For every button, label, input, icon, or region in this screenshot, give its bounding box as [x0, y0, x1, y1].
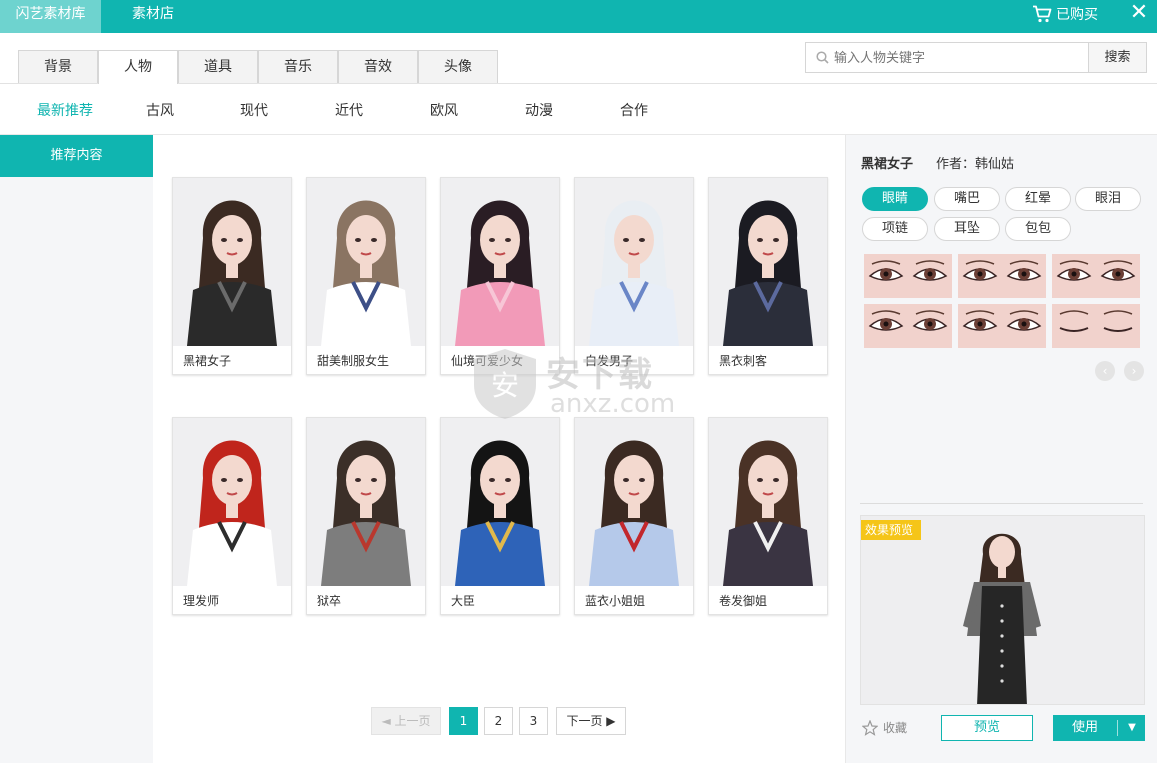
- character-card[interactable]: 黑裙女子: [172, 177, 292, 375]
- favorite-label: 收藏: [883, 721, 908, 735]
- character-card[interactable]: 甜美制服女生: [306, 177, 426, 375]
- feature-chip-4[interactable]: 项链: [862, 217, 928, 241]
- close-icon[interactable]: ✕: [1128, 2, 1150, 24]
- sub-tab-3[interactable]: 近代: [335, 100, 363, 120]
- sub-tab-0[interactable]: 最新推荐: [37, 100, 93, 120]
- page-button-1[interactable]: 1: [449, 707, 478, 735]
- character-card[interactable]: 卷发御姐: [708, 417, 828, 615]
- character-thumbnail: [307, 178, 425, 346]
- use-button[interactable]: 使用 ▼: [1053, 715, 1145, 741]
- tab-category-3[interactable]: 音乐: [258, 50, 338, 83]
- character-name: 大臣: [451, 594, 476, 608]
- character-thumbnail: [709, 178, 827, 346]
- character-name: 甜美制服女生: [317, 354, 390, 368]
- preview-badge: 效果预览: [861, 520, 922, 540]
- character-thumbnail: [575, 178, 693, 346]
- cart-icon: [1033, 5, 1052, 23]
- search-icon: [816, 51, 829, 64]
- character-card[interactable]: 黑衣刺客: [708, 177, 828, 375]
- character-card[interactable]: 蓝衣小姐姐: [574, 417, 694, 615]
- page-button-2[interactable]: 2: [484, 707, 513, 735]
- search-input[interactable]: [834, 47, 1084, 69]
- character-name: 黑裙女子: [183, 354, 232, 368]
- search-box: 搜索: [805, 42, 1147, 73]
- character-name: 卷发御姐: [719, 594, 768, 608]
- next-arrow-icon[interactable]: ›: [1124, 361, 1144, 381]
- chevron-down-icon[interactable]: ▼: [1121, 715, 1143, 741]
- feature-chip-3[interactable]: 眼泪: [1075, 187, 1141, 211]
- eye-variant-option[interactable]: [864, 254, 952, 298]
- tab-category-1[interactable]: 人物: [98, 50, 178, 84]
- character-name: 仙境可爱少女: [451, 354, 524, 368]
- character-name: 白发男子: [585, 354, 634, 368]
- purchased-label: 已购买: [1056, 7, 1098, 23]
- eye-variant-option[interactable]: [864, 304, 952, 348]
- eye-variant-option[interactable]: [1052, 304, 1140, 348]
- eye-variant-option[interactable]: [1052, 254, 1140, 298]
- top-bar: 闪艺素材库 素材店 已购买 ✕: [0, 0, 1157, 33]
- character-name: 黑衣刺客: [719, 354, 768, 368]
- character-card[interactable]: 理发师: [172, 417, 292, 615]
- preview-button[interactable]: 预览: [941, 715, 1033, 741]
- feature-chip-5[interactable]: 耳坠: [934, 217, 1000, 241]
- character-card[interactable]: 白发男子: [574, 177, 694, 375]
- character-card[interactable]: 狱卒: [306, 417, 426, 615]
- character-thumbnail: [173, 178, 291, 346]
- purchased-button[interactable]: 已购买: [1032, 4, 1098, 24]
- use-button-separator: [1117, 720, 1118, 736]
- character-name: 蓝衣小姐姐: [585, 594, 646, 608]
- tab-store[interactable]: 素材店: [120, 0, 186, 33]
- next-page-button[interactable]: 下一页 ▶: [556, 707, 626, 735]
- favorite-button[interactable]: 收藏: [862, 719, 907, 736]
- search-button[interactable]: 搜索: [1088, 43, 1146, 72]
- feature-chip-1[interactable]: 嘴巴: [934, 187, 1000, 211]
- sub-tab-4[interactable]: 欧风: [430, 100, 458, 120]
- character-thumbnail: [709, 418, 827, 586]
- left-sidebar: 推荐内容: [0, 135, 153, 763]
- character-thumbnail: [441, 178, 559, 346]
- sub-tab-5[interactable]: 动漫: [525, 100, 553, 120]
- detail-title: 黑裙女子: [861, 157, 914, 172]
- character-grid: 黑裙女子 甜美制服女生 仙境可爱少女 白发男子 黑衣刺客理发师 狱卒 大臣 蓝衣小姐姐 卷发御姐: [153, 135, 845, 763]
- character-card[interactable]: 大臣: [440, 417, 560, 615]
- tab-category-2[interactable]: 道具: [178, 50, 258, 83]
- sub-tab-6[interactable]: 合作: [620, 100, 648, 120]
- character-thumbnail: [173, 418, 291, 586]
- tab-category-0[interactable]: 背景: [18, 50, 98, 83]
- sub-tab-2[interactable]: 现代: [240, 100, 268, 120]
- detail-panel: 黑裙女子 作者：韩仙姑 眼睛 嘴巴 红晕 眼泪项链 耳坠 包包 ‹ › 效果预览 收藏: [845, 135, 1157, 763]
- tab-category-4[interactable]: 音效: [338, 50, 418, 83]
- prev-arrow-icon[interactable]: ‹: [1095, 361, 1115, 381]
- feature-chip-2[interactable]: 红晕: [1005, 187, 1071, 211]
- sidebar-item-recommended[interactable]: 推荐内容: [0, 135, 153, 177]
- preview-character-image: [861, 516, 1144, 704]
- category-tabs: 背景 人物 道具 音乐 音效 头像: [18, 50, 498, 84]
- page-button-3[interactable]: 3: [519, 707, 548, 735]
- character-thumbnail: [441, 418, 559, 586]
- effect-preview: 效果预览: [860, 515, 1145, 705]
- character-thumbnail: [307, 418, 425, 586]
- character-name: 狱卒: [317, 594, 342, 608]
- eye-variant-option[interactable]: [958, 254, 1046, 298]
- use-button-label: 使用: [1071, 720, 1098, 735]
- character-thumbnail: [575, 418, 693, 586]
- tab-library[interactable]: 闪艺素材库: [0, 0, 101, 33]
- prev-page-button[interactable]: ◄ 上一页: [371, 707, 441, 735]
- detail-author: 作者：韩仙姑: [936, 157, 1015, 172]
- feature-chip-6[interactable]: 包包: [1005, 217, 1071, 241]
- panel-divider: [860, 503, 1143, 504]
- character-name: 理发师: [183, 594, 220, 608]
- tab-category-5[interactable]: 头像: [418, 50, 498, 83]
- sub-tab-1[interactable]: 古风: [146, 100, 174, 120]
- feature-chip-0[interactable]: 眼睛: [862, 187, 928, 211]
- eye-variant-option[interactable]: [958, 304, 1046, 348]
- character-card[interactable]: 仙境可爱少女: [440, 177, 560, 375]
- star-icon: [862, 719, 878, 736]
